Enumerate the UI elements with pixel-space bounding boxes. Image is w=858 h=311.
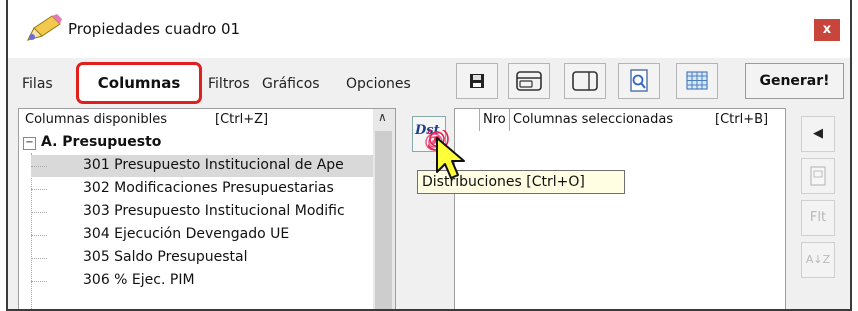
layout-panel-top-icon xyxy=(516,71,542,91)
save-button[interactable] xyxy=(456,63,498,99)
collapse-toggle-icon[interactable]: − xyxy=(23,137,36,150)
tree-group-presupuesto[interactable]: − A. Presupuesto xyxy=(23,134,161,150)
selected-columns-header[interactable]: Columnas seleccionadas xyxy=(513,112,673,127)
list-item[interactable]: 301 Presupuesto Institucional de Ape xyxy=(31,155,373,177)
filter-button[interactable]: Flt xyxy=(801,200,835,236)
list-item[interactable]: 303 Presupuesto Institucional Modific xyxy=(31,201,373,223)
generate-button[interactable]: Generar! xyxy=(745,63,844,99)
arrow-left-icon: ◀ xyxy=(813,126,823,141)
list-item[interactable]: 306 % Ejec. PIM xyxy=(31,270,373,292)
properties-icon xyxy=(810,166,826,186)
list-item[interactable]: 302 Modificaciones Presupuestarias xyxy=(31,178,373,200)
save-icon xyxy=(470,74,484,88)
layout-split-button[interactable] xyxy=(564,63,606,99)
available-columns-shortcut: [Ctrl+Z] xyxy=(215,112,269,127)
filter-text-icon: Flt xyxy=(809,210,827,225)
available-columns-list[interactable]: Columnas disponibles [Ctrl+Z] ∧ − A. Pres… xyxy=(18,108,396,309)
properties-button[interactable] xyxy=(801,158,835,194)
list-item[interactable]: 304 Ejecución Devengado UE xyxy=(31,224,373,246)
tab-opciones[interactable]: Opciones xyxy=(346,76,411,92)
selected-columns-header-row: Nro Columnas seleccionadas [Ctrl+B] xyxy=(455,109,785,131)
layout-top-button[interactable] xyxy=(508,63,550,99)
window-title: Propiedades cuadro 01 xyxy=(68,20,241,38)
table-grid-icon xyxy=(686,71,708,90)
selected-columns-shortcut: [Ctrl+B] xyxy=(715,112,769,127)
layout-panel-side-icon xyxy=(572,71,598,91)
magnifier-document-icon xyxy=(630,69,648,92)
pencil-icon xyxy=(27,14,62,41)
scroll-up-arrow-icon[interactable]: ∧ xyxy=(378,110,387,124)
move-left-button[interactable]: ◀ xyxy=(801,116,835,152)
scroll-thumb[interactable] xyxy=(375,131,392,309)
dialog-window: Propiedades cuadro 01 x Filas Columnas F… xyxy=(6,0,852,311)
sort-az-icon: A↓Z xyxy=(805,253,831,266)
tab-columnas[interactable]: Columnas xyxy=(76,62,202,104)
tab-bar: Filas Columnas Filtros Gráficos Opciones xyxy=(18,62,850,106)
tab-graficos[interactable]: Gráficos xyxy=(262,76,320,92)
tab-filas[interactable]: Filas xyxy=(22,76,53,92)
vertical-scrollbar[interactable]: ∧ xyxy=(373,109,395,309)
nro-column-header[interactable]: Nro xyxy=(483,112,506,127)
preview-button[interactable] xyxy=(618,63,660,99)
title-bar[interactable]: Propiedades cuadro 01 x xyxy=(8,0,850,58)
sort-button[interactable]: A↓Z xyxy=(801,242,835,278)
grid-button[interactable] xyxy=(676,63,718,99)
list-item[interactable]: 305 Saldo Presupuestal xyxy=(31,247,373,269)
close-button[interactable]: x xyxy=(814,19,840,41)
selected-columns-list[interactable]: Nro Columnas seleccionadas [Ctrl+B] xyxy=(454,108,786,309)
tab-filtros[interactable]: Filtros xyxy=(208,76,250,92)
mouse-cursor-icon xyxy=(428,130,465,179)
tree-group-label: A. Presupuesto xyxy=(41,134,162,150)
available-columns-header: Columnas disponibles xyxy=(25,112,167,127)
